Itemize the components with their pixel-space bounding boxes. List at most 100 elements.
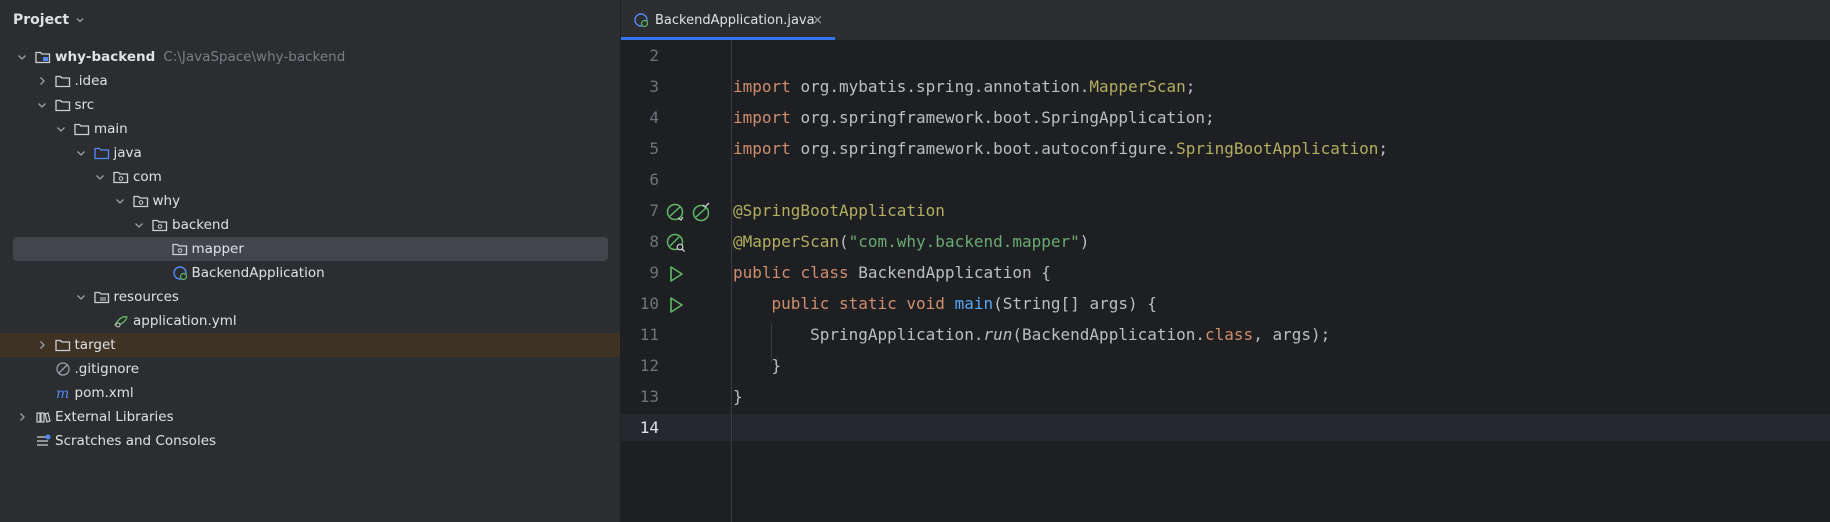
tree-item-why[interactable]: why bbox=[0, 189, 620, 213]
project-title: Project bbox=[13, 12, 70, 28]
code-token: , args); bbox=[1253, 325, 1331, 344]
spring-bean-icon[interactable] bbox=[666, 202, 686, 222]
tree-expander[interactable] bbox=[15, 50, 29, 64]
tree-item-icon bbox=[54, 337, 72, 353]
chevron-right-icon[interactable] bbox=[36, 75, 48, 87]
chevron-down-icon[interactable] bbox=[75, 291, 87, 303]
project-header[interactable]: Project bbox=[0, 0, 620, 40]
folder-icon bbox=[54, 75, 70, 88]
code-line[interactable]: @MapperScan("com.why.backend.mapper") bbox=[733, 232, 1089, 251]
tree-item-label: BackendApplication bbox=[191, 265, 325, 281]
tree-expander[interactable] bbox=[113, 194, 127, 208]
tree-item-backendapplication[interactable]: BackendApplication bbox=[0, 261, 620, 285]
chevron-down-icon[interactable] bbox=[94, 171, 106, 183]
code-area[interactable]: 2 3 import org.mybatis.spring.annotation.M… bbox=[621, 40, 1830, 522]
code-token: } bbox=[733, 356, 782, 375]
tree-item-gitignore[interactable]: .gitignore bbox=[0, 357, 620, 381]
tree-expander[interactable] bbox=[35, 98, 49, 112]
package-icon bbox=[113, 171, 129, 184]
scratches-icon bbox=[37, 434, 51, 446]
tree-expander[interactable] bbox=[132, 218, 146, 232]
tree-expander[interactable] bbox=[54, 122, 68, 136]
spring-class-icon bbox=[172, 266, 187, 281]
code-token: import bbox=[733, 77, 801, 96]
tree-item-label: main bbox=[94, 121, 128, 137]
tree-item-label: External Libraries bbox=[55, 409, 174, 425]
tree-item-backend[interactable]: backend bbox=[0, 213, 620, 237]
tree-item-java[interactable]: java bbox=[0, 141, 620, 165]
tree-expander[interactable] bbox=[15, 410, 29, 424]
close-icon[interactable]: × bbox=[812, 13, 823, 28]
tree-expander[interactable] bbox=[35, 338, 49, 352]
code-line[interactable]: @SpringBootApplication bbox=[733, 201, 945, 220]
tree-item-icon bbox=[34, 409, 52, 425]
code-token: run bbox=[983, 325, 1013, 344]
chevron-down-icon[interactable] bbox=[55, 123, 67, 135]
run-icon[interactable] bbox=[666, 264, 686, 284]
package-icon bbox=[152, 219, 168, 232]
tree-item-icon bbox=[112, 313, 130, 329]
code-token: org.springframework.boot.SpringApplicati… bbox=[800, 108, 1215, 127]
line-number: 5 bbox=[649, 139, 659, 158]
tab-backend-application[interactable]: BackendApplication.java × bbox=[621, 0, 835, 40]
tree-item-icon bbox=[171, 241, 189, 257]
current-line-highlight bbox=[621, 414, 1830, 441]
tree-item-src[interactable]: src bbox=[0, 93, 620, 117]
code-line[interactable]: import org.springframework.boot.SpringAp… bbox=[733, 108, 1215, 127]
spring-search-icon[interactable] bbox=[666, 233, 686, 253]
tree-item-com[interactable]: com bbox=[0, 165, 620, 189]
tree-item-why-backend[interactable]: why-backend C:\JavaSpace\why-backend bbox=[0, 45, 620, 69]
code-line[interactable]: import org.mybatis.spring.annotation.Map… bbox=[733, 77, 1195, 96]
code-line[interactable]: SpringApplication.run(BackendApplication… bbox=[733, 325, 1330, 344]
chevron-down-icon[interactable] bbox=[133, 219, 145, 231]
tree-item-application-yml[interactable]: application.yml bbox=[0, 309, 620, 333]
tree-item-resources[interactable]: resources bbox=[0, 285, 620, 309]
code-token: import bbox=[733, 139, 801, 158]
chevron-down-icon[interactable] bbox=[75, 15, 85, 25]
tree-item-label: backend bbox=[172, 217, 230, 233]
tree-expander[interactable] bbox=[74, 146, 88, 160]
tree-item-label: application.yml bbox=[133, 313, 237, 329]
chevron-right-icon[interactable] bbox=[36, 339, 48, 351]
code-token: import bbox=[733, 108, 801, 127]
tree-item-label: Scratches and Consoles bbox=[55, 433, 217, 449]
module-folder-icon bbox=[35, 51, 51, 64]
source-folder-icon bbox=[93, 147, 109, 160]
maven-icon: m bbox=[56, 386, 69, 401]
folder-icon bbox=[74, 123, 90, 136]
tree-expander[interactable] bbox=[93, 170, 107, 184]
code-token: void bbox=[906, 294, 955, 313]
tree-item-idea[interactable]: .idea bbox=[0, 69, 620, 93]
chevron-down-icon[interactable] bbox=[114, 195, 126, 207]
tree-item-icon bbox=[151, 217, 169, 233]
folder-icon bbox=[54, 339, 70, 352]
code-line[interactable]: public static void main(String[] args) { bbox=[733, 294, 1157, 313]
code-line[interactable]: import org.springframework.boot.autoconf… bbox=[733, 139, 1388, 158]
tree-item-pom-xml[interactable]: m pom.xml bbox=[0, 381, 620, 405]
folder-icon bbox=[54, 99, 70, 112]
code-line[interactable]: } bbox=[733, 387, 743, 406]
spring-boot-run-icon[interactable] bbox=[691, 202, 711, 222]
chevron-down-icon[interactable] bbox=[75, 147, 87, 159]
code-token: class bbox=[1205, 325, 1254, 344]
tree-item-external-libraries[interactable]: External Libraries bbox=[0, 405, 620, 429]
tree-item-label: java bbox=[113, 145, 142, 161]
run-icon[interactable] bbox=[666, 295, 686, 315]
code-token: ; bbox=[1185, 77, 1196, 96]
code-token: ( bbox=[838, 232, 849, 251]
chevron-right-icon[interactable] bbox=[16, 411, 28, 423]
code-line[interactable]: } bbox=[733, 356, 782, 375]
line-number: 12 bbox=[639, 356, 659, 375]
tree-expander[interactable] bbox=[35, 74, 49, 88]
chevron-down-icon[interactable] bbox=[16, 51, 28, 63]
tree-item-label: pom.xml bbox=[74, 385, 134, 401]
tree-expander[interactable] bbox=[74, 290, 88, 304]
chevron-down-icon[interactable] bbox=[36, 99, 48, 111]
tree-item-target[interactable]: target bbox=[0, 333, 620, 357]
tree-item-icon bbox=[73, 121, 91, 137]
tree-item-mapper[interactable]: mapper bbox=[0, 237, 620, 261]
tree-item-scratches-and-consoles[interactable]: Scratches and Consoles bbox=[0, 429, 620, 453]
package-icon bbox=[171, 243, 187, 256]
code-line[interactable]: public class BackendApplication { bbox=[733, 263, 1051, 282]
tree-item-main[interactable]: main bbox=[0, 117, 620, 141]
